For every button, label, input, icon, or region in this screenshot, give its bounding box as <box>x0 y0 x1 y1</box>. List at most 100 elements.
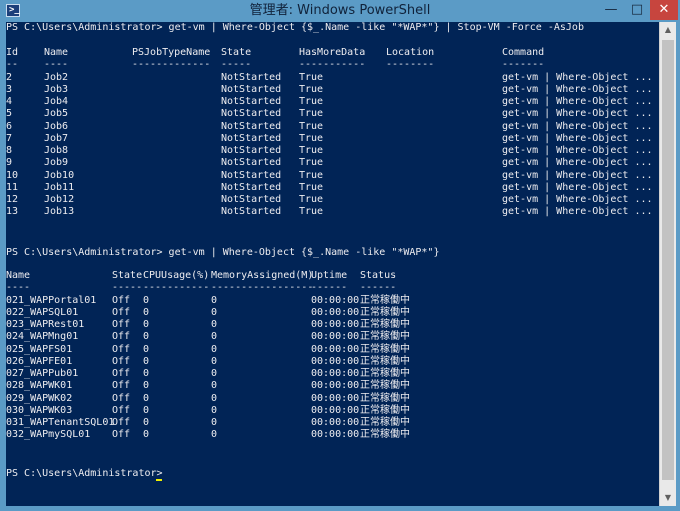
jobs-cell: 7 <box>6 132 13 144</box>
vms-cell: 正常稼働中 <box>360 294 410 306</box>
vms-cell: State <box>112 270 143 281</box>
vms-cell: 0 <box>143 355 150 367</box>
jobs-cell: ---- <box>44 59 69 71</box>
vms-cell: 0 <box>211 392 218 404</box>
jobs-cell: get-vm | Where-Object ... <box>502 169 653 181</box>
scroll-thumb[interactable] <box>662 40 674 480</box>
window-title: 管理者: Windows PowerShell <box>249 3 431 18</box>
jobs-cell: 5 <box>6 108 13 120</box>
close-button[interactable]: ✕ <box>650 0 678 20</box>
vms-cell: 00:00:00 <box>311 294 360 306</box>
jobs-cell: Job8 <box>44 145 69 156</box>
vms-cell: 032_WAPmySQL01 <box>6 429 91 441</box>
vms-cell: 0 <box>211 355 218 367</box>
jobs-cell: NotStarted <box>221 132 282 144</box>
jobs-cell: NotStarted <box>221 169 282 181</box>
vms-cell: 正常稼働中 <box>360 343 410 355</box>
vms-cell: Off <box>112 319 131 330</box>
vertical-scrollbar[interactable]: ▲ ▼ <box>659 22 676 506</box>
vms-cell: 正常稼働中 <box>360 404 410 416</box>
vms-cell: Off <box>112 417 131 428</box>
vms-cell: 正常稼働中 <box>360 417 410 428</box>
vms-cell: 0 <box>143 306 150 318</box>
vms-cell: 正常稼働中 <box>360 429 410 441</box>
jobs-cell: get-vm | Where-Object ... <box>502 108 653 120</box>
vms-cell: 0 <box>143 380 150 392</box>
vms-cell: Off <box>112 368 131 379</box>
jobs-cell: 6 <box>6 120 13 132</box>
vms-cell: 00:00:00 <box>311 429 360 441</box>
jobs-cell: True <box>299 206 324 218</box>
jobs-cell: get-vm | Where-Object ... <box>502 181 653 193</box>
jobs-cell: get-vm | Where-Object ... <box>502 96 653 107</box>
jobs-cell: NotStarted <box>221 157 282 169</box>
vms-cell: Off <box>112 429 131 441</box>
scroll-up-icon[interactable]: ▲ <box>660 22 676 38</box>
vms-cell: 正常稼働中 <box>360 368 410 379</box>
vms-cell: 0 <box>143 319 150 330</box>
jobs-cell: Job4 <box>44 96 69 107</box>
vms-cell: Off <box>112 380 131 392</box>
jobs-cell: True <box>299 83 324 95</box>
jobs-cell: get-vm | Where-Object ... <box>502 157 653 169</box>
jobs-cell: -- <box>6 59 19 71</box>
jobs-cell: True <box>299 169 324 181</box>
minimize-button[interactable]: — <box>598 0 624 20</box>
vms-cell: 00:00:00 <box>311 392 360 404</box>
jobs-cell: Job6 <box>44 120 69 132</box>
vms-cell: Off <box>112 404 131 416</box>
maximize-button[interactable]: □ <box>624 0 650 20</box>
command-line-get-vm: PS C:\Users\Administrator> get-vm | Wher… <box>6 247 440 258</box>
vms-cell: Off <box>112 392 131 404</box>
jobs-cell: State <box>221 47 252 58</box>
vms-cell: ----------- <box>143 282 210 294</box>
vms-cell: 00:00:00 <box>311 368 360 379</box>
vms-cell: 00:00:00 <box>311 319 360 330</box>
vms-cell: MemoryAssigned(M) <box>211 270 314 281</box>
jobs-cell: True <box>299 194 324 205</box>
vms-cell: 正常稼働中 <box>360 380 410 392</box>
vms-cell: 0 <box>211 404 218 416</box>
vms-cell: ----- <box>112 282 143 294</box>
vms-cell: 0 <box>143 331 150 343</box>
jobs-cell: Command <box>502 47 545 58</box>
jobs-cell: Id <box>6 47 19 58</box>
jobs-cell: NotStarted <box>221 96 282 107</box>
vms-cell: 028_WAPWK01 <box>6 380 73 392</box>
vms-cell: 00:00:00 <box>311 380 360 392</box>
jobs-cell: NotStarted <box>221 194 282 205</box>
jobs-cell: True <box>299 120 324 132</box>
jobs-cell: NotStarted <box>221 108 282 120</box>
vms-cell: 0 <box>211 343 218 355</box>
vms-cell: 031_WAPTenantSQL01 <box>6 417 115 428</box>
vms-cell: 0 <box>211 429 218 441</box>
jobs-cell: 2 <box>6 71 13 83</box>
vms-cell: Off <box>112 306 131 318</box>
jobs-cell: -------- <box>386 59 435 71</box>
vms-cell: 正常稼働中 <box>360 319 410 330</box>
vms-cell: 030_WAPWK03 <box>6 404 73 416</box>
console-output[interactable]: PS C:\Users\Administrator> get-vm | Wher… <box>6 22 659 506</box>
jobs-cell: True <box>299 132 324 144</box>
jobs-cell: NotStarted <box>221 71 282 83</box>
vms-cell: 021_WAPPortal01 <box>6 294 97 306</box>
vms-cell: 0 <box>211 331 218 343</box>
jobs-cell: ------- <box>502 59 545 71</box>
jobs-cell: ------------- <box>132 59 211 71</box>
vms-cell: 正常稼働中 <box>360 392 410 404</box>
vms-cell: 正常稼働中 <box>360 331 410 343</box>
vms-cell: 0 <box>143 294 150 306</box>
jobs-cell: True <box>299 108 324 120</box>
jobs-cell: True <box>299 145 324 156</box>
vms-cell: Off <box>112 331 131 343</box>
jobs-cell: 10 <box>6 169 19 181</box>
vms-cell: CPUUsage(%) <box>143 270 210 281</box>
jobs-cell: Name <box>44 47 69 58</box>
jobs-cell: ----- <box>221 59 252 71</box>
scroll-down-icon[interactable]: ▼ <box>660 490 676 506</box>
jobs-cell: HasMoreData <box>299 47 366 58</box>
vms-cell: ------ <box>311 282 348 294</box>
title-bar[interactable]: >_ 管理者: Windows PowerShell — □ ✕ <box>0 0 680 22</box>
vms-cell: 022_WAPSQL01 <box>6 306 79 318</box>
jobs-cell: True <box>299 181 324 193</box>
